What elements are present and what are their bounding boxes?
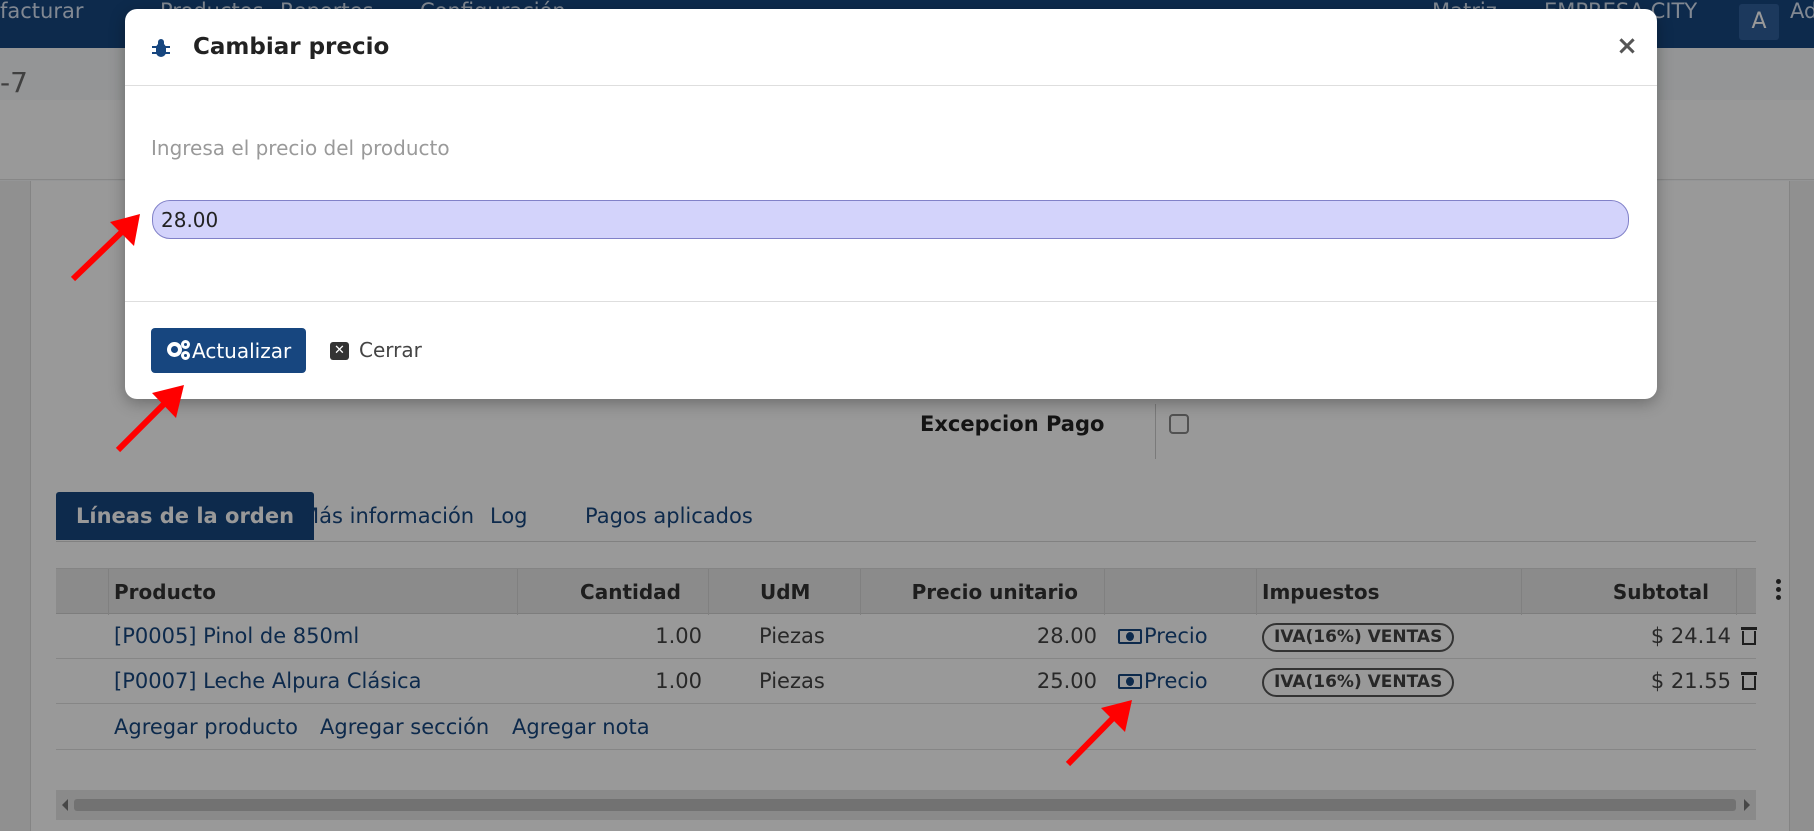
- dialog-header: Cambiar precio ×: [125, 9, 1657, 86]
- gears-icon: [167, 340, 191, 360]
- close-square-icon: ✕: [330, 342, 349, 360]
- dialog-body: Ingresa el precio del producto: [125, 87, 1657, 301]
- close-icon[interactable]: ×: [1614, 33, 1640, 59]
- price-input[interactable]: [152, 200, 1629, 239]
- price-prompt: Ingresa el precio del producto: [151, 136, 450, 160]
- update-button[interactable]: Actualizar: [151, 328, 306, 373]
- dialog-title: Cambiar precio: [193, 34, 390, 60]
- close-button[interactable]: ✕ Cerrar: [330, 328, 422, 373]
- change-price-dialog: Cambiar precio × Ingresa el precio del p…: [125, 9, 1657, 399]
- bug-icon: [152, 38, 170, 58]
- close-button-label: Cerrar: [359, 338, 422, 362]
- update-button-label: Actualizar: [192, 338, 292, 363]
- dialog-footer: Actualizar ✕ Cerrar: [125, 301, 1657, 399]
